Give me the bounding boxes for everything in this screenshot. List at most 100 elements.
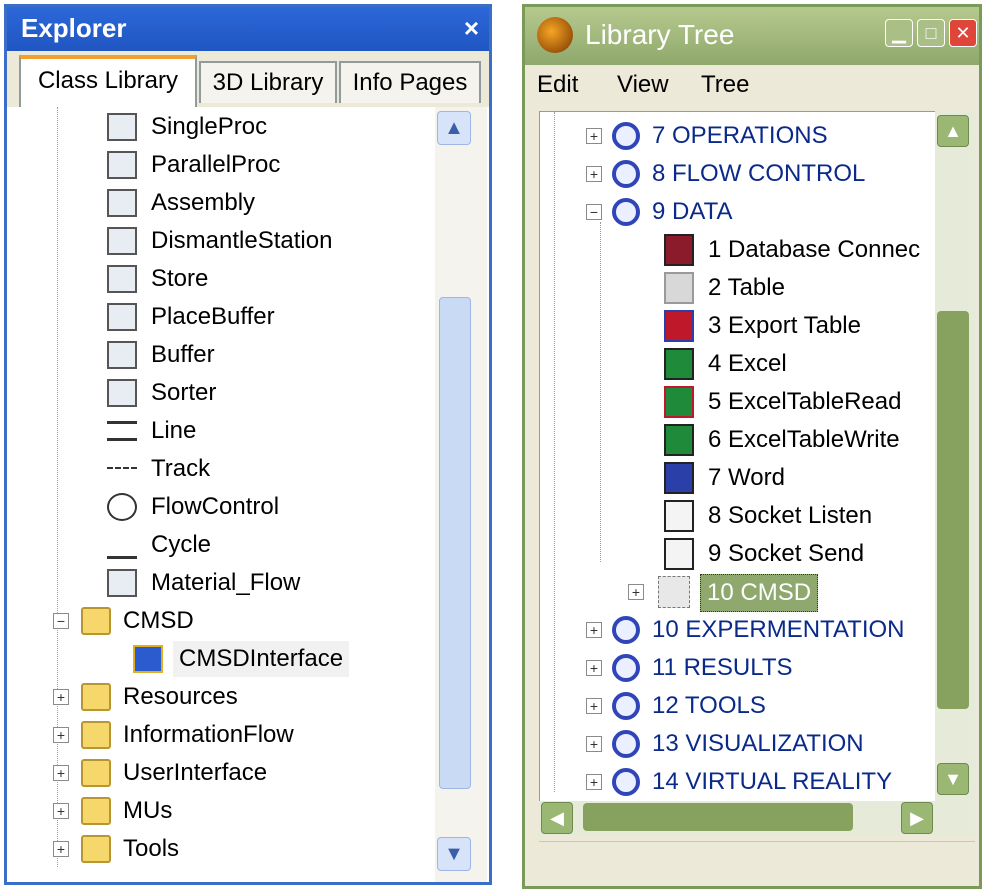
expand-icon[interactable]: + xyxy=(586,698,602,714)
menu-view[interactable]: View xyxy=(617,71,669,99)
maximize-icon[interactable]: □ xyxy=(917,19,945,47)
explorer-title-bar: Explorer × xyxy=(7,7,489,51)
menu-bar: Edit View Tree xyxy=(525,65,979,109)
close-icon[interactable]: ✕ xyxy=(949,19,977,47)
folder-icon xyxy=(81,797,111,825)
library-title: Library Tree xyxy=(585,19,735,50)
library-horizontal-scrollbar[interactable]: ◀ ▶ xyxy=(539,801,975,835)
tree-guide-line xyxy=(57,107,58,867)
tree-item-label: Line xyxy=(151,417,197,444)
expand-icon[interactable]: + xyxy=(53,765,69,781)
explorer-title: Explorer xyxy=(21,13,127,43)
tree-category-label: 12 TOOLS xyxy=(652,692,766,719)
folder-icon xyxy=(81,759,111,787)
minimize-icon[interactable]: ▁ xyxy=(885,19,913,47)
scroll-up-icon[interactable]: ▲ xyxy=(937,115,969,147)
scrollbar-thumb[interactable] xyxy=(937,311,969,709)
cycle-icon xyxy=(107,531,137,559)
gear-icon xyxy=(612,122,640,150)
tree-item-label: PlaceBuffer xyxy=(151,303,275,330)
gear-icon xyxy=(612,160,640,188)
tree-item-label: CMSDInterface xyxy=(173,641,350,677)
export-table-icon xyxy=(664,310,694,342)
expand-icon[interactable]: + xyxy=(586,622,602,638)
folder-icon xyxy=(81,607,111,635)
single-proc-icon xyxy=(107,113,137,141)
tree-item-label: 4 Excel xyxy=(708,350,787,377)
tree-item-label: 9 Socket Send xyxy=(708,540,865,567)
socket-send-icon xyxy=(664,538,694,570)
expand-icon[interactable]: + xyxy=(586,774,602,790)
gear-icon xyxy=(612,198,640,226)
buffer-icon xyxy=(107,341,137,369)
parallel-proc-icon xyxy=(107,151,137,179)
table-icon xyxy=(664,272,694,304)
tree-item-label: 8 Socket Listen xyxy=(708,502,873,529)
cmsd-icon xyxy=(658,576,690,608)
tab-3d-library[interactable]: 3D Library xyxy=(199,61,337,103)
tree-item-label: ParallelProc xyxy=(151,151,281,178)
tree-category-label: 7 OPERATIONS xyxy=(652,122,828,149)
scroll-left-icon[interactable]: ◀ xyxy=(541,802,573,834)
flow-control-icon xyxy=(107,493,137,521)
explorer-scrollbar[interactable]: ▲ ▼ xyxy=(435,107,487,882)
tree-category-label: 10 EXPERMENTATION xyxy=(652,616,905,643)
material-flow-icon xyxy=(107,569,137,597)
tree-item-label: 6 ExcelTableWrite xyxy=(708,426,900,453)
expand-icon[interactable]: + xyxy=(586,166,602,182)
explorer-panel: Explorer × Class Library 3D Library Info… xyxy=(4,4,492,885)
scroll-down-icon[interactable]: ▼ xyxy=(437,837,471,871)
scrollbar-thumb[interactable] xyxy=(583,803,853,831)
scroll-up-icon[interactable]: ▲ xyxy=(437,111,471,145)
tree-guide-line xyxy=(554,112,555,792)
collapse-icon[interactable]: − xyxy=(586,204,602,220)
expand-icon[interactable]: + xyxy=(53,727,69,743)
tree-category-label: 8 FLOW CONTROL xyxy=(652,160,866,187)
scroll-down-icon[interactable]: ▼ xyxy=(937,763,969,795)
tree-item-label: 1 Database Connec xyxy=(708,236,921,263)
scroll-right-icon[interactable]: ▶ xyxy=(901,802,933,834)
line-icon xyxy=(107,421,137,441)
tree-folder-label: Tools xyxy=(123,835,180,862)
word-icon xyxy=(664,462,694,494)
tree-folder-label: MUs xyxy=(123,797,173,824)
library-title-bar: Library Tree ▁ □ ✕ xyxy=(525,7,979,65)
excel-read-icon xyxy=(664,386,694,418)
database-icon xyxy=(664,234,694,266)
tree-category-label: 9 DATA xyxy=(652,198,733,225)
expand-icon[interactable]: + xyxy=(586,660,602,676)
tree-folder-label: UserInterface xyxy=(123,759,268,786)
expand-icon[interactable]: + xyxy=(53,689,69,705)
sorter-icon xyxy=(107,379,137,407)
expand-icon[interactable]: + xyxy=(628,584,644,600)
tree-item-label: Cycle xyxy=(151,531,212,558)
tab-class-library[interactable]: Class Library xyxy=(19,55,197,107)
assembly-icon xyxy=(107,189,137,217)
place-buffer-icon xyxy=(107,303,137,331)
excel-icon xyxy=(664,348,694,380)
tree-item-label: 2 Table xyxy=(708,274,785,301)
library-tree: + 7 OPERATIONS + 8 FLOW CONTROL − 9 DATA… xyxy=(539,111,937,803)
menu-tree[interactable]: Tree xyxy=(701,71,749,99)
tree-item-label: 7 Word xyxy=(708,464,785,491)
gear-icon xyxy=(612,616,640,644)
menu-edit[interactable]: Edit xyxy=(537,71,578,99)
cmsd-interface-icon xyxy=(133,645,163,673)
folder-icon xyxy=(81,835,111,863)
tab-info-pages[interactable]: Info Pages xyxy=(339,61,481,103)
expand-icon[interactable]: + xyxy=(53,841,69,857)
expand-icon[interactable]: + xyxy=(586,128,602,144)
status-bar xyxy=(539,841,975,882)
tree-folder-label: Resources xyxy=(123,683,238,710)
expand-icon[interactable]: + xyxy=(586,736,602,752)
close-icon[interactable]: × xyxy=(464,13,479,44)
collapse-icon[interactable]: − xyxy=(53,613,69,629)
library-vertical-scrollbar[interactable]: ▲ ▼ xyxy=(935,111,975,801)
socket-listen-icon xyxy=(664,500,694,532)
tree-item-label: 10 CMSD xyxy=(700,574,819,612)
gear-icon xyxy=(612,692,640,720)
tree-category-label: 14 VIRTUAL REALITY xyxy=(652,768,893,795)
expand-icon[interactable]: + xyxy=(53,803,69,819)
scrollbar-thumb[interactable] xyxy=(439,297,471,789)
explorer-tabs: Class Library 3D Library Info Pages xyxy=(7,51,489,107)
